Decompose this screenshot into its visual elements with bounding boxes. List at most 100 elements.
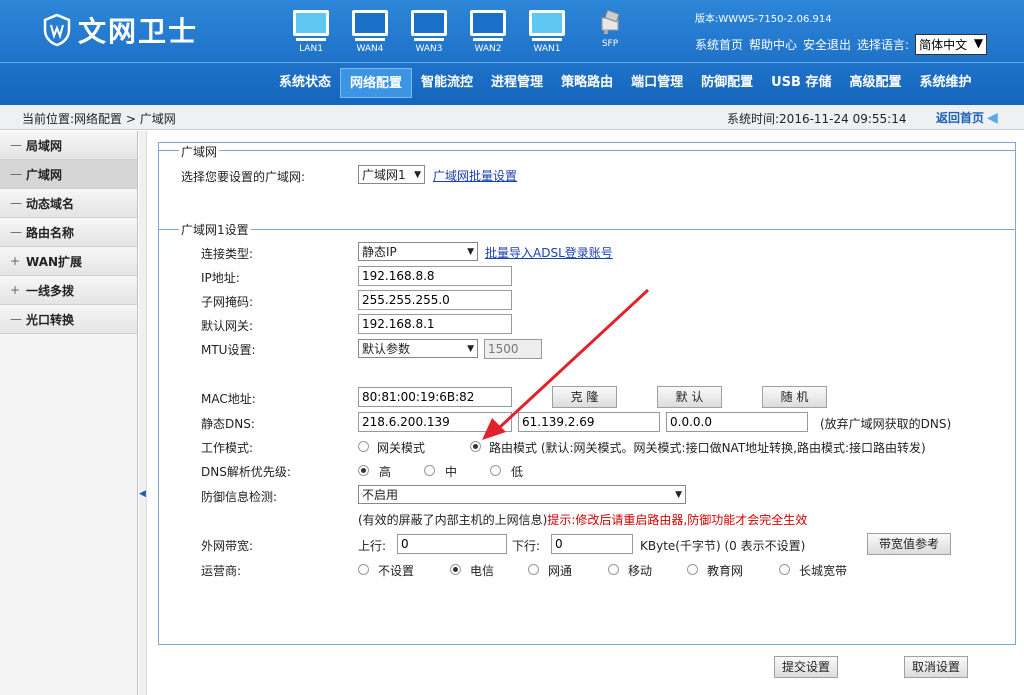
upload-input[interactable] [397, 534, 507, 554]
ip-input[interactable] [358, 266, 512, 286]
choose-wan-label: 选择您要设置的广域网: [181, 170, 306, 184]
collapse-icon: — [10, 312, 22, 326]
mode-route-radio[interactable] [470, 441, 481, 452]
logo: 文网卫士 [42, 10, 198, 50]
port-wan1[interactable]: WAN1 [528, 10, 566, 54]
defense-select[interactable]: 不启用 ▼ [358, 485, 686, 504]
breadcrumb: 当前位置:网络配置 > 广域网 [22, 112, 176, 126]
dns3-input[interactable] [666, 412, 808, 432]
sidebar: — 局域网 — 广域网 — 动态域名 — 路由名称 + WAN扩展 + 一线多拨 — 光口转换 [0, 131, 138, 695]
isp-mobile-radio[interactable] [608, 564, 619, 575]
mode-gateway-radio[interactable] [358, 441, 369, 452]
mac-input[interactable] [358, 387, 512, 407]
download-label: 下行: [512, 539, 541, 553]
bandwidth-reference-button[interactable]: 带宽值参考 [867, 533, 951, 555]
random-button[interactable]: 随 机 [762, 386, 827, 408]
collapse-icon: — [10, 196, 22, 210]
cancel-button[interactable]: 取消设置 [904, 656, 968, 678]
port-sfp[interactable]: SFP [590, 9, 630, 49]
sidebar-item-wan-expand[interactable]: + WAN扩展 [0, 247, 137, 276]
gateway-label: 默认网关: [201, 319, 254, 333]
dns-label: 静态DNS: [201, 417, 255, 431]
isp-mobile-label: 移动 [628, 564, 653, 578]
language-select[interactable]: 简体中文 ▼ [915, 34, 988, 55]
sidebar-toggle[interactable]: ◀ [139, 131, 147, 695]
sidebar-item-router-name[interactable]: — 路由名称 [0, 218, 137, 247]
logout-link[interactable]: 安全退出 [803, 36, 851, 53]
monitor-icon [411, 10, 447, 36]
chevron-down-icon: ▼ [467, 343, 474, 354]
chevron-down-icon: ▼ [973, 36, 984, 50]
sidebar-item-ddns[interactable]: — 动态域名 [0, 189, 137, 218]
nav-defense-config[interactable]: 防御配置 [692, 68, 762, 98]
section-title-wan: 广域网 [179, 143, 220, 160]
home-link[interactable]: 系统首页 [695, 36, 743, 53]
submit-button[interactable]: 提交设置 [774, 656, 838, 678]
sidebar-item-wan[interactable]: — 广域网 [0, 160, 137, 189]
chevron-down-icon: ▼ [467, 246, 474, 257]
isp-none-label: 不设置 [378, 564, 415, 578]
sfp-module-icon [601, 9, 620, 34]
logo-text: 文网卫士 [78, 15, 199, 48]
monitor-icon [293, 10, 329, 36]
mtu-select[interactable]: 默认参数 ▼ [358, 339, 478, 358]
wan-settings-panel: 广域网 选择您要设置的广域网: 广域网1 ▼ 广域网批量设置 广域网1设置 连接类… [158, 142, 1016, 645]
monitor-icon [529, 10, 565, 36]
bandwidth-unit: KByte(千字节) (0 表示不设置) [640, 539, 806, 553]
nav-network-config[interactable]: 网络配置 [340, 68, 413, 98]
wan-batch-link[interactable]: 广域网批量设置 [433, 167, 517, 184]
nav-system-status[interactable]: 系统状态 [270, 68, 340, 98]
sidebar-item-multi-dial[interactable]: + 一线多拨 [0, 276, 137, 305]
breadcrumb-bar: 当前位置:网络配置 > 广域网 系统时间:2016-11-24 09:55:14… [0, 105, 1024, 130]
system-time: 系统时间:2016-11-24 09:55:14 [727, 112, 907, 126]
mode-gateway-label: 网关模式 [377, 441, 426, 455]
isp-greatwall-radio[interactable] [779, 564, 790, 575]
clone-button[interactable]: 克 隆 [552, 386, 617, 408]
isp-telecom-label: 电信 [470, 564, 495, 578]
nav-policy-route[interactable]: 策略路由 [552, 68, 622, 98]
chevron-down-icon: ▼ [675, 489, 682, 500]
help-link[interactable]: 帮助中心 [749, 36, 797, 53]
conn-type-select[interactable]: 静态IP ▼ [358, 242, 478, 261]
download-input[interactable] [551, 534, 633, 554]
port-wan4[interactable]: WAN4 [351, 10, 389, 54]
isp-telecom-radio[interactable] [450, 564, 461, 575]
port-wan3[interactable]: WAN3 [410, 10, 448, 54]
nav-port-mgmt[interactable]: 端口管理 [622, 68, 692, 98]
isp-netcom-radio[interactable] [528, 564, 539, 575]
nav-usb-storage[interactable]: USB 存储 [762, 68, 840, 98]
chevron-down-icon: ▼ [414, 169, 421, 180]
isp-edu-label: 教育网 [707, 564, 744, 578]
section-title-wan1: 广域网1设置 [179, 221, 251, 238]
nav-process-mgmt[interactable]: 进程管理 [482, 68, 552, 98]
nav-advanced-config[interactable]: 高级配置 [840, 68, 910, 98]
monitor-icon [470, 10, 506, 36]
isp-edu-radio[interactable] [687, 564, 698, 575]
adsl-import-link[interactable]: 批量导入ADSL登录账号 [485, 244, 613, 261]
isp-label: 运营商: [201, 564, 242, 578]
isp-greatwall-label: 长城宽带 [799, 564, 848, 578]
dns1-input[interactable] [358, 412, 512, 432]
port-lan1[interactable]: LAN1 [292, 10, 330, 54]
wan-select[interactable]: 广域网1 ▼ [358, 165, 425, 184]
priority-high-radio[interactable] [358, 465, 369, 476]
priority-low-radio[interactable] [490, 465, 501, 476]
upload-label: 上行: [358, 539, 387, 553]
sidebar-item-optical[interactable]: — 光口转换 [0, 305, 137, 334]
default-button[interactable]: 默 认 [657, 386, 722, 408]
collapse-icon: — [10, 167, 22, 181]
port-wan2[interactable]: WAN2 [469, 10, 507, 54]
gateway-input[interactable] [358, 314, 512, 334]
nav-system-maintenance[interactable]: 系统维护 [910, 68, 980, 98]
priority-low-label: 低 [511, 465, 524, 479]
mtu-input[interactable] [484, 339, 542, 359]
sidebar-item-lan[interactable]: — 局域网 [0, 131, 137, 160]
mask-input[interactable] [358, 290, 512, 310]
isp-none-radio[interactable] [358, 564, 369, 575]
back-home-link[interactable]: 返回首页 ◀ [936, 109, 998, 126]
priority-mid-radio[interactable] [424, 465, 435, 476]
nav-flow-control[interactable]: 智能流控 [412, 68, 482, 98]
mtu-label: MTU设置: [201, 343, 256, 357]
bandwidth-label: 外网带宽: [201, 539, 254, 553]
dns2-input[interactable] [518, 412, 660, 432]
